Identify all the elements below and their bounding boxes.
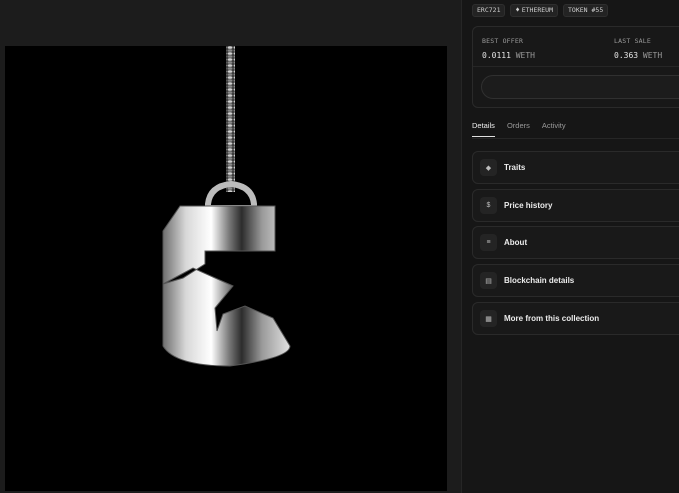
tabs-underline [472, 138, 679, 139]
media-panel [0, 0, 462, 493]
make-offer-button[interactable]: M [481, 75, 679, 99]
tab-details[interactable]: Details [472, 121, 495, 137]
nft-artwork[interactable] [5, 46, 447, 491]
last-sale-unit: WETH [642, 51, 663, 60]
standard-tag: ERC721 [472, 4, 506, 17]
section-more-from-collection[interactable]: ▦ More from this collection [472, 302, 679, 335]
standard-label: ERC721 [477, 6, 501, 14]
detail-tabs: Details Orders Activity [472, 121, 566, 137]
token-tags: ERC721 ♦ ETHEREUM TOKEN #55 [472, 4, 609, 17]
card-icon: ▤ [480, 272, 497, 289]
section-price-history[interactable]: $ Price history [472, 189, 679, 222]
chain-label: ETHEREUM [521, 6, 554, 14]
grid-icon: ▦ [480, 310, 497, 327]
token-id-tag: TOKEN #55 [563, 4, 609, 17]
tab-orders[interactable]: Orders [507, 121, 530, 137]
ethereum-diamond-icon: ♦ [515, 6, 520, 14]
section-blockchain-details[interactable]: ▤ Blockchain details [472, 264, 679, 297]
last-sale-value: 0.363 WETH [614, 51, 662, 60]
section-blockchain-details-label: Blockchain details [504, 276, 575, 285]
last-sale-label: LAST SALE [614, 37, 652, 45]
best-offer-label: BEST OFFER [482, 37, 524, 45]
lines-icon: ≡ [480, 234, 497, 251]
best-offer-amount: 0.0111 [482, 51, 511, 60]
section-more-from-collection-label: More from this collection [504, 314, 600, 323]
section-about-label: About [504, 238, 528, 247]
pendant-letter [162, 205, 291, 367]
section-traits[interactable]: ◆ Traits [472, 151, 679, 184]
dollar-icon: $ [480, 197, 497, 214]
last-sale-amount: 0.363 [614, 51, 639, 60]
pendant-image [162, 46, 291, 367]
chain [226, 46, 235, 192]
best-offer: BEST OFFER 0.0111 WETH [482, 37, 535, 60]
diamond-icon: ◆ [480, 159, 497, 176]
token-id-label: TOKEN #55 [568, 6, 604, 14]
details-panel: ERC721 ♦ ETHEREUM TOKEN #55 BEST OFFER 0.… [462, 0, 679, 493]
best-offer-value: 0.0111 WETH [482, 51, 535, 60]
tab-activity[interactable]: Activity [542, 121, 566, 137]
chain-tag: ♦ ETHEREUM [510, 4, 559, 17]
price-divider [473, 66, 679, 67]
price-card: BEST OFFER 0.0111 WETH LAST SALE 0.363 W… [472, 26, 679, 108]
section-traits-label: Traits [504, 163, 526, 172]
section-about[interactable]: ≡ About [472, 226, 679, 259]
section-price-history-label: Price history [504, 201, 553, 210]
last-sale: LAST SALE 0.363 WETH [614, 37, 662, 60]
best-offer-unit: WETH [515, 51, 535, 60]
